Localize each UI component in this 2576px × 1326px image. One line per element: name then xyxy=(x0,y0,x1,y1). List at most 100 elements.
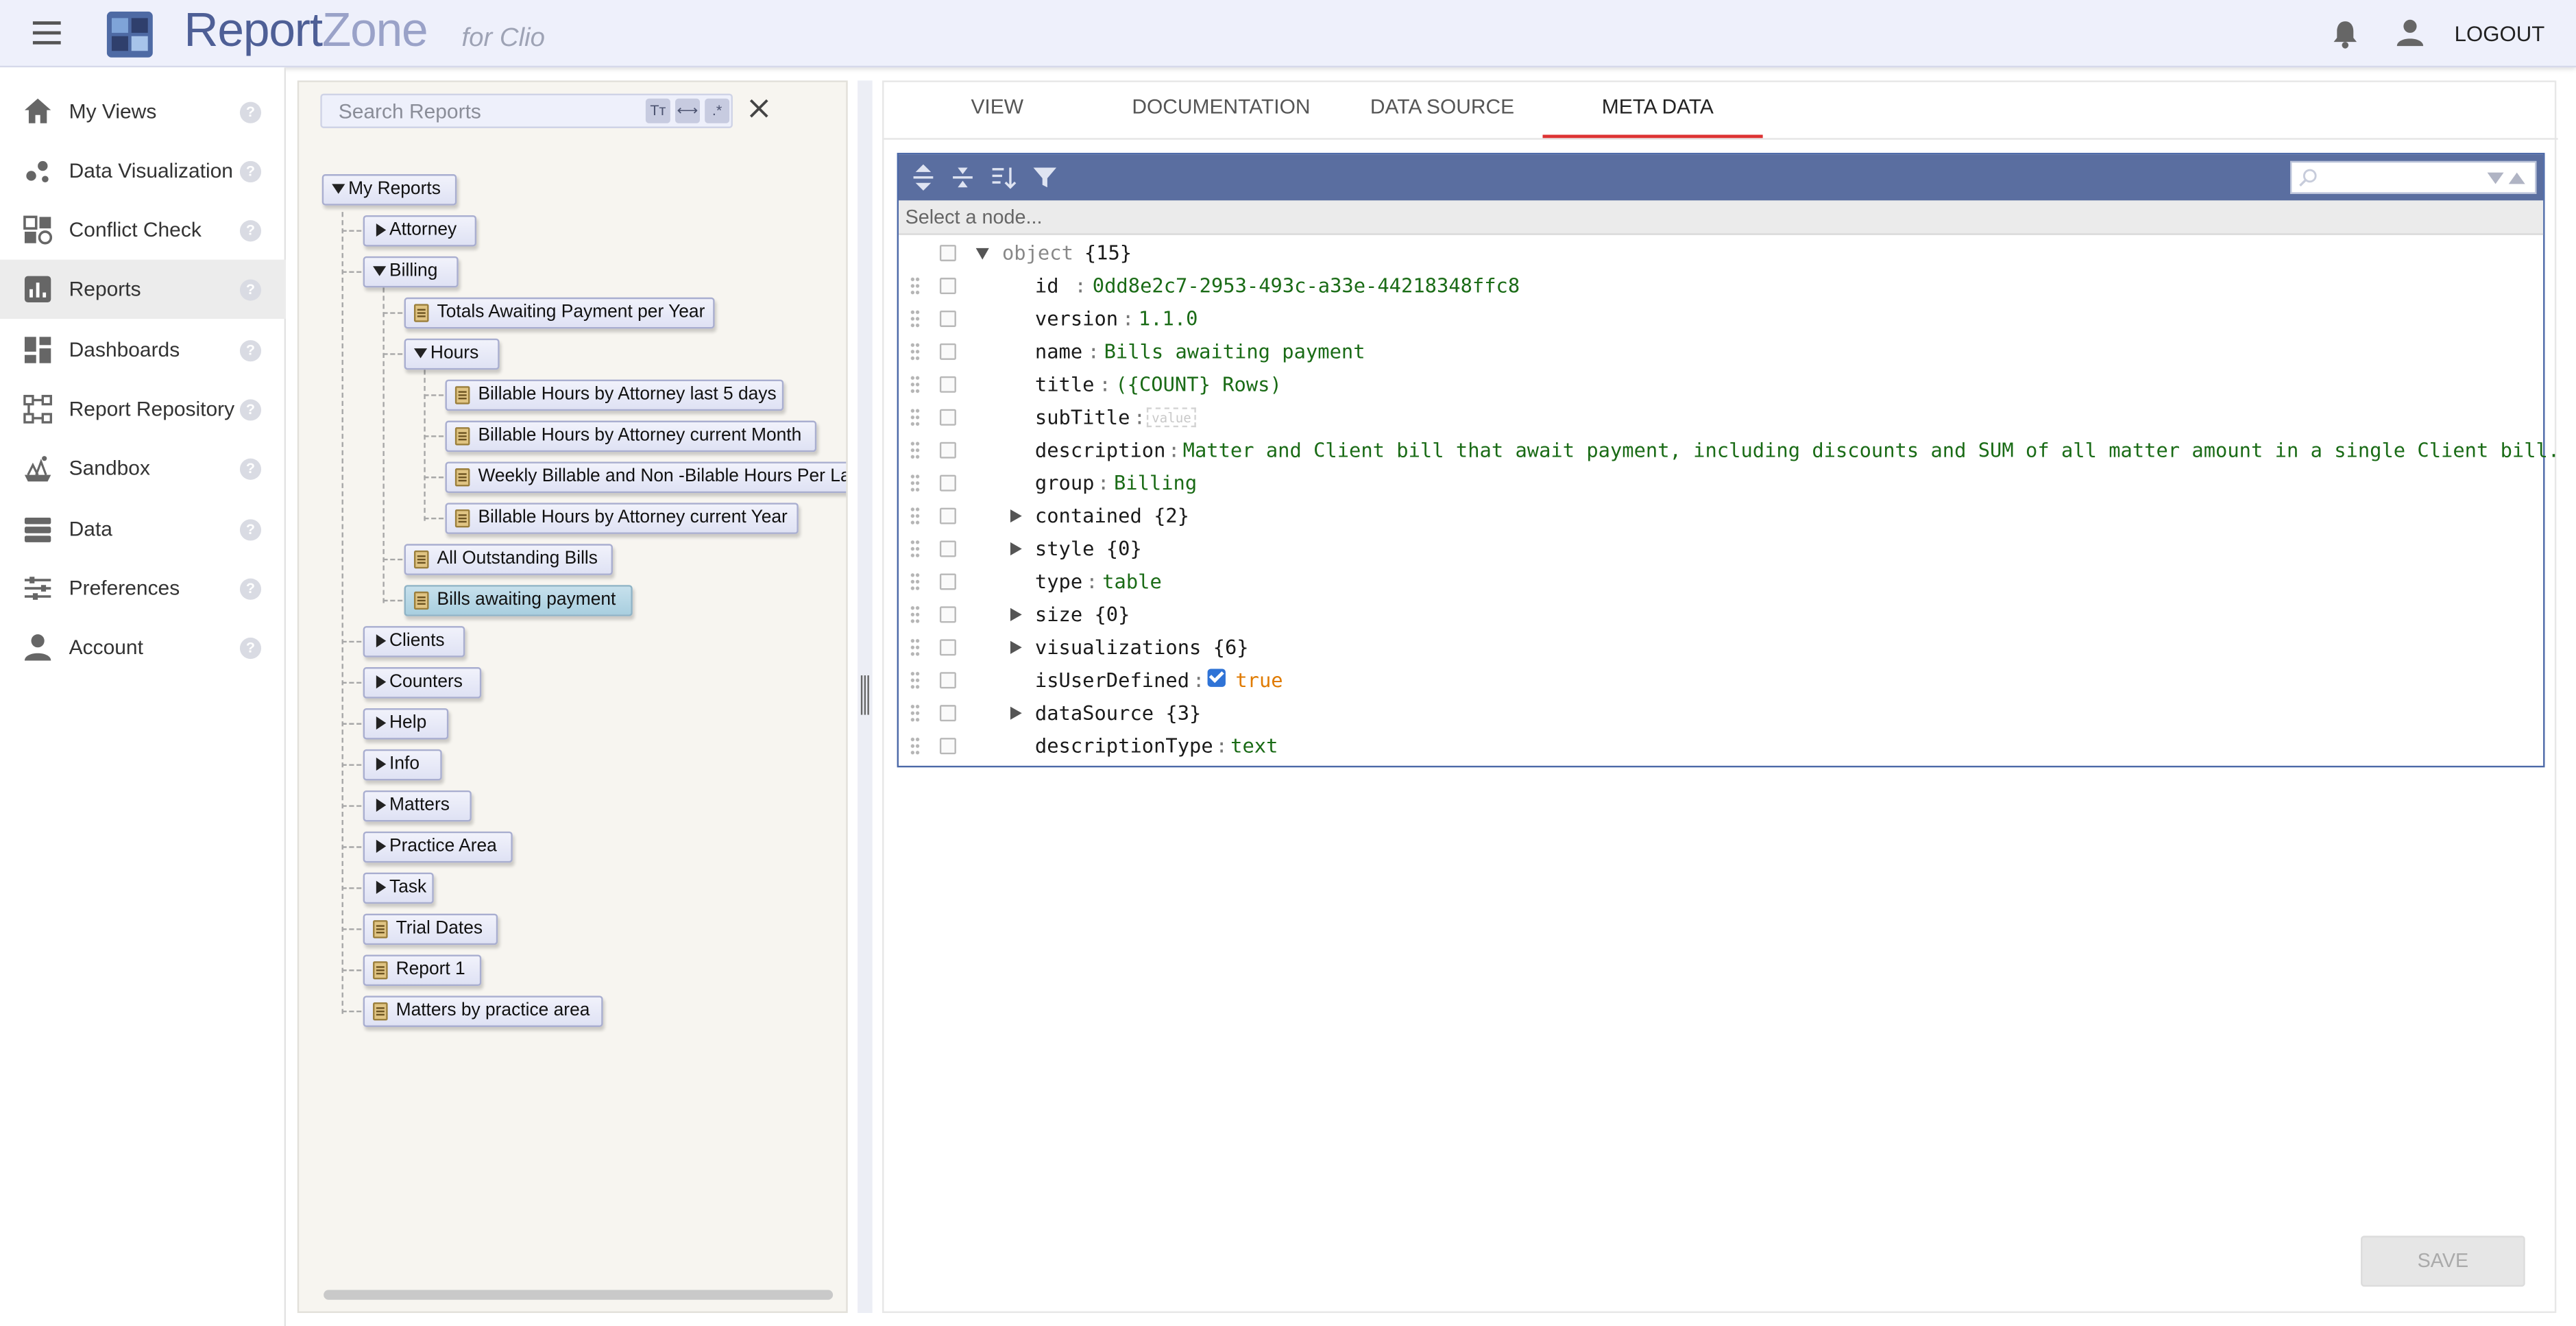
help-icon[interactable]: ? xyxy=(239,339,262,361)
save-button[interactable]: SAVE xyxy=(2361,1235,2525,1287)
drag-handle-icon[interactable] xyxy=(910,440,921,461)
help-icon[interactable]: ? xyxy=(239,518,262,540)
json-value[interactable]: Bills awaiting payment xyxy=(1104,335,1365,368)
context-menu-button[interactable] xyxy=(939,705,956,722)
expand-caret-icon[interactable] xyxy=(1010,640,1022,654)
sidebar-item-data-visualization[interactable]: Data Visualization ? xyxy=(0,141,286,200)
context-menu-button[interactable] xyxy=(939,245,956,262)
tab-documentation[interactable]: DOCUMENTATION xyxy=(1132,95,1310,119)
json-key[interactable]: title xyxy=(1035,368,1095,401)
help-icon[interactable]: ? xyxy=(239,457,262,479)
json-key[interactable]: version xyxy=(1035,302,1118,335)
context-menu-button[interactable] xyxy=(939,310,956,327)
json-key[interactable]: isUserDefined xyxy=(1035,664,1189,697)
sidebar-item-reports[interactable]: Reports ? xyxy=(0,259,287,319)
user-account-icon[interactable] xyxy=(2395,18,2425,47)
json-key[interactable]: description xyxy=(1035,434,1166,467)
json-key[interactable]: size {0} xyxy=(1035,598,1130,631)
sidebar-item-dashboards[interactable]: Dashboards ? xyxy=(0,320,286,379)
sort-icon[interactable] xyxy=(991,165,1017,191)
json-value[interactable]: ({COUNT} Rows) xyxy=(1115,368,1281,401)
tree-folder-help[interactable]: Help xyxy=(363,708,449,740)
expand-caret-icon[interactable] xyxy=(1010,607,1022,621)
help-icon[interactable]: ? xyxy=(239,636,262,658)
tab-view[interactable]: VIEW xyxy=(971,95,1023,119)
drag-handle-icon[interactable] xyxy=(910,276,921,296)
menu-icon[interactable] xyxy=(32,21,61,45)
json-key[interactable]: type xyxy=(1035,565,1082,598)
tree-folder-matters[interactable]: Matters xyxy=(363,790,472,822)
empty-value-placeholder[interactable]: value xyxy=(1146,407,1197,428)
tree-folder-billing[interactable]: Billing xyxy=(363,256,459,288)
tree-folder-task[interactable]: Task xyxy=(363,872,434,904)
sidebar-item-account[interactable]: Account ? xyxy=(0,618,286,677)
tree-report-totals-awaiting-payment[interactable]: Totals Awaiting Payment per Year xyxy=(404,297,715,329)
context-menu-button[interactable] xyxy=(939,639,956,656)
sidebar-item-data[interactable]: Data ? xyxy=(0,500,286,559)
drag-handle-icon[interactable] xyxy=(910,670,921,690)
collapsed-caret-icon[interactable] xyxy=(376,634,387,648)
tree-report-all-outstanding-bills[interactable]: All Outstanding Bills xyxy=(404,544,613,575)
drag-handle-icon[interactable] xyxy=(910,341,921,362)
filter-icon[interactable] xyxy=(1032,165,1058,191)
json-value[interactable]: 1.1.0 xyxy=(1139,302,1198,335)
tree-folder-hours[interactable]: Hours xyxy=(404,338,500,370)
tree-folder-clients[interactable]: Clients xyxy=(363,626,465,658)
sidebar-item-preferences[interactable]: Preferences ? xyxy=(0,559,286,618)
context-menu-button[interactable] xyxy=(939,409,956,426)
context-menu-button[interactable] xyxy=(939,278,956,295)
search-previous-icon[interactable] xyxy=(2508,172,2525,184)
regex-option-icon[interactable]: .* xyxy=(705,98,730,123)
expanded-caret-icon[interactable] xyxy=(413,348,428,359)
tree-report-report-1[interactable]: Report 1 xyxy=(363,954,482,987)
json-key[interactable]: style {0} xyxy=(1035,533,1142,566)
drag-handle-icon[interactable] xyxy=(910,703,921,723)
json-value[interactable]: Matter and Client bill that await paymen… xyxy=(1183,434,2560,467)
tree-folder-my-reports[interactable]: My Reports xyxy=(321,174,457,206)
context-menu-button[interactable] xyxy=(939,376,956,393)
context-menu-button[interactable] xyxy=(939,672,956,689)
help-icon[interactable]: ? xyxy=(239,101,262,123)
help-icon[interactable]: ? xyxy=(239,278,262,300)
tab-data-source[interactable]: DATA SOURCE xyxy=(1370,95,1514,119)
collapse-all-icon[interactable] xyxy=(949,165,975,191)
close-search-icon[interactable] xyxy=(747,97,770,120)
help-icon[interactable]: ? xyxy=(239,577,262,599)
match-case-option-icon[interactable]: Tт xyxy=(645,98,670,123)
drag-handle-icon[interactable] xyxy=(910,374,921,395)
expanded-caret-icon[interactable] xyxy=(332,184,345,194)
collapse-caret-icon[interactable] xyxy=(975,248,989,260)
drag-handle-icon[interactable] xyxy=(910,506,921,526)
drag-handle-icon[interactable] xyxy=(910,604,921,625)
tree-horizontal-scrollbar[interactable] xyxy=(324,1290,834,1300)
collapsed-caret-icon[interactable] xyxy=(376,880,387,894)
collapsed-caret-icon[interactable] xyxy=(376,675,387,689)
expand-all-icon[interactable] xyxy=(910,164,936,191)
help-icon[interactable]: ? xyxy=(239,219,262,241)
json-value[interactable]: 0dd8e2c7-2953-493c-a33e-44218348ffc8 xyxy=(1093,269,1520,302)
collapsed-caret-icon[interactable] xyxy=(376,223,387,237)
context-menu-button[interactable] xyxy=(939,540,956,557)
search-next-icon[interactable] xyxy=(2487,172,2504,184)
notifications-bell-icon[interactable] xyxy=(2331,20,2359,49)
help-icon[interactable]: ? xyxy=(239,160,262,182)
tree-report-trial-dates[interactable]: Trial Dates xyxy=(363,913,498,945)
json-key[interactable]: contained {2} xyxy=(1035,500,1189,533)
expand-caret-icon[interactable] xyxy=(1010,706,1022,720)
json-key[interactable]: subTitle xyxy=(1035,401,1130,434)
collapsed-caret-icon[interactable] xyxy=(376,716,387,730)
context-menu-button[interactable] xyxy=(939,343,956,360)
sidebar-item-report-repository[interactable]: Report Repository ? xyxy=(0,380,286,439)
expand-caret-icon[interactable] xyxy=(1010,542,1022,556)
sidebar-item-sandbox[interactable]: Sandbox ? xyxy=(0,439,286,498)
drag-handle-icon[interactable] xyxy=(910,572,921,592)
json-value[interactable]: table xyxy=(1102,565,1162,598)
context-menu-button[interactable] xyxy=(939,606,956,623)
drag-handle-icon[interactable] xyxy=(910,637,921,658)
search-reports-input[interactable] xyxy=(321,95,635,127)
expand-caret-icon[interactable] xyxy=(1010,509,1022,523)
json-key[interactable]: id xyxy=(1035,269,1059,302)
json-search-box[interactable] xyxy=(2289,160,2537,194)
tree-folder-info[interactable]: Info xyxy=(363,749,442,781)
tree-report-billable-hours-last-5-days[interactable]: Billable Hours by Attorney last 5 days xyxy=(445,379,784,411)
